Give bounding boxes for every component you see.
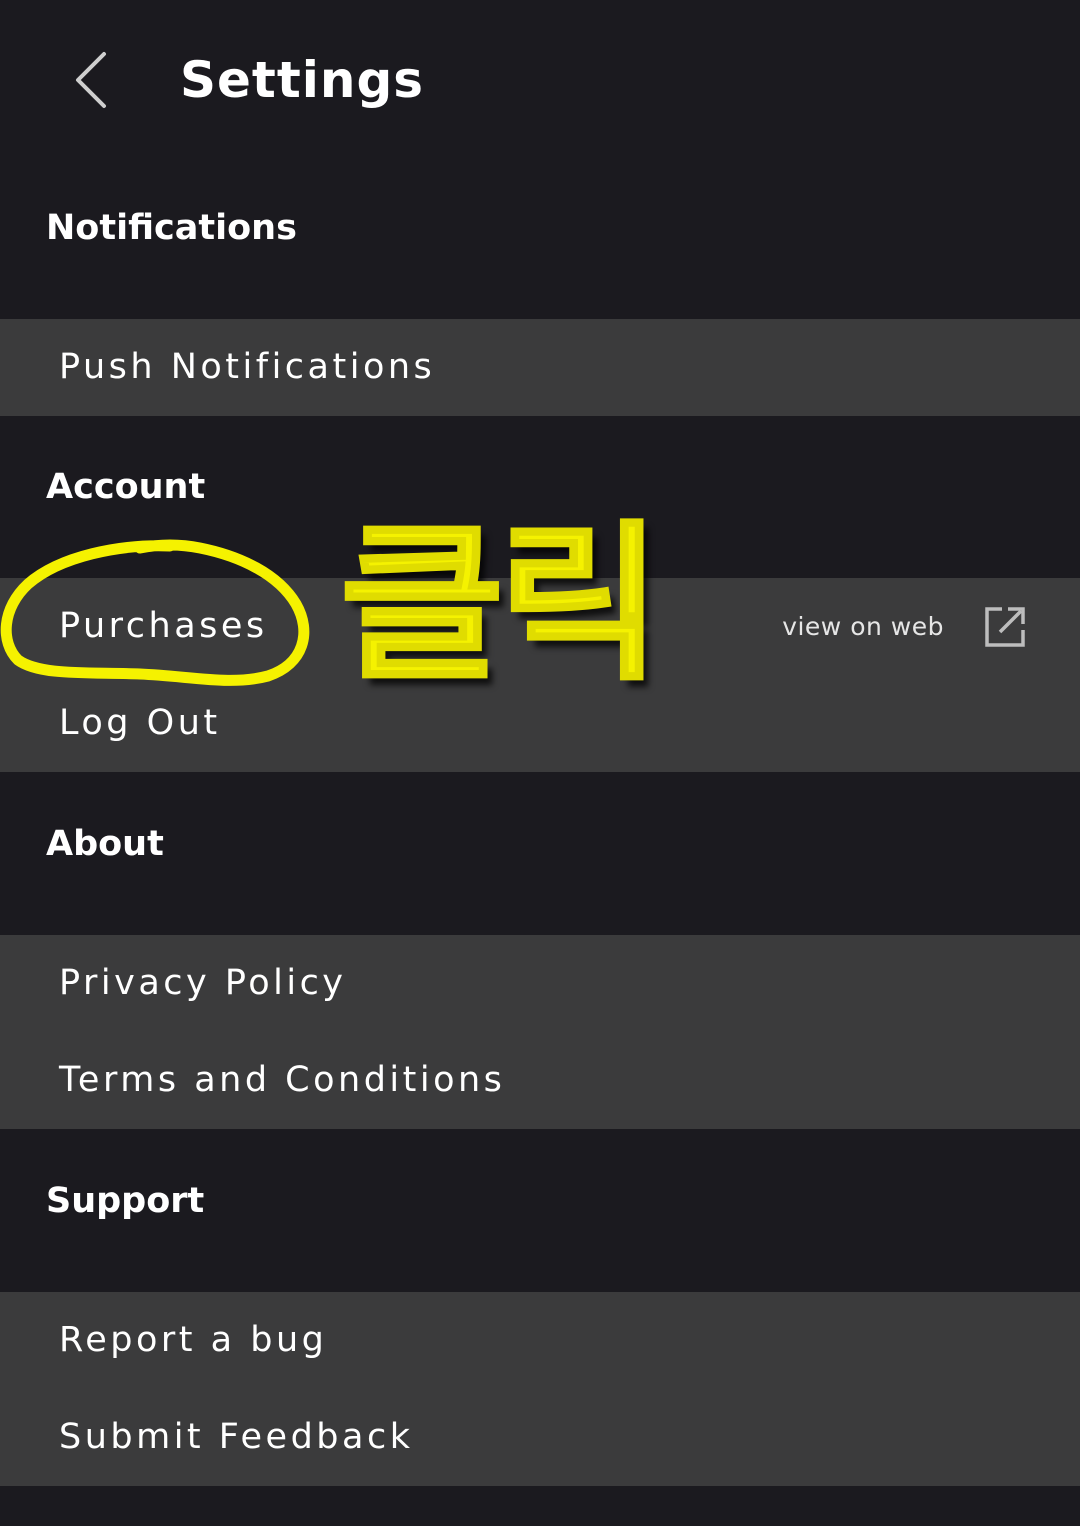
row-label: Push Notifications [59,347,436,387]
row-report-a-bug[interactable]: Report a bug [0,1292,1080,1389]
chevron-left-icon [76,52,106,108]
header: Settings [0,0,1080,160]
row-submit-feedback[interactable]: Submit Feedback [0,1389,1080,1486]
row-label: Privacy Policy [59,963,347,1003]
about-group: Privacy Policy Terms and Conditions [0,935,1080,1129]
view-on-web-label: view on web [782,612,944,641]
section-title-about: About [46,824,164,864]
section-title-account: Account [46,467,206,507]
back-button[interactable] [62,40,122,120]
section-title-support: Support [46,1181,205,1221]
row-terms-and-conditions[interactable]: Terms and Conditions [0,1032,1080,1129]
support-group: Report a bug Submit Feedback [0,1292,1080,1486]
row-privacy-policy[interactable]: Privacy Policy [0,935,1080,1032]
notifications-group: Push Notifications [0,319,1080,416]
row-label: Log Out [59,703,221,743]
external-link-icon[interactable] [984,606,1026,648]
section-title-notifications: Notifications [46,208,297,248]
row-label: Terms and Conditions [59,1060,506,1100]
row-label: Submit Feedback [59,1417,414,1457]
annotation-text: 클릭 [338,505,663,706]
row-label: Purchases [59,606,268,646]
page-title: Settings [180,51,425,109]
row-push-notifications[interactable]: Push Notifications [0,319,1080,416]
row-label: Report a bug [59,1320,328,1360]
